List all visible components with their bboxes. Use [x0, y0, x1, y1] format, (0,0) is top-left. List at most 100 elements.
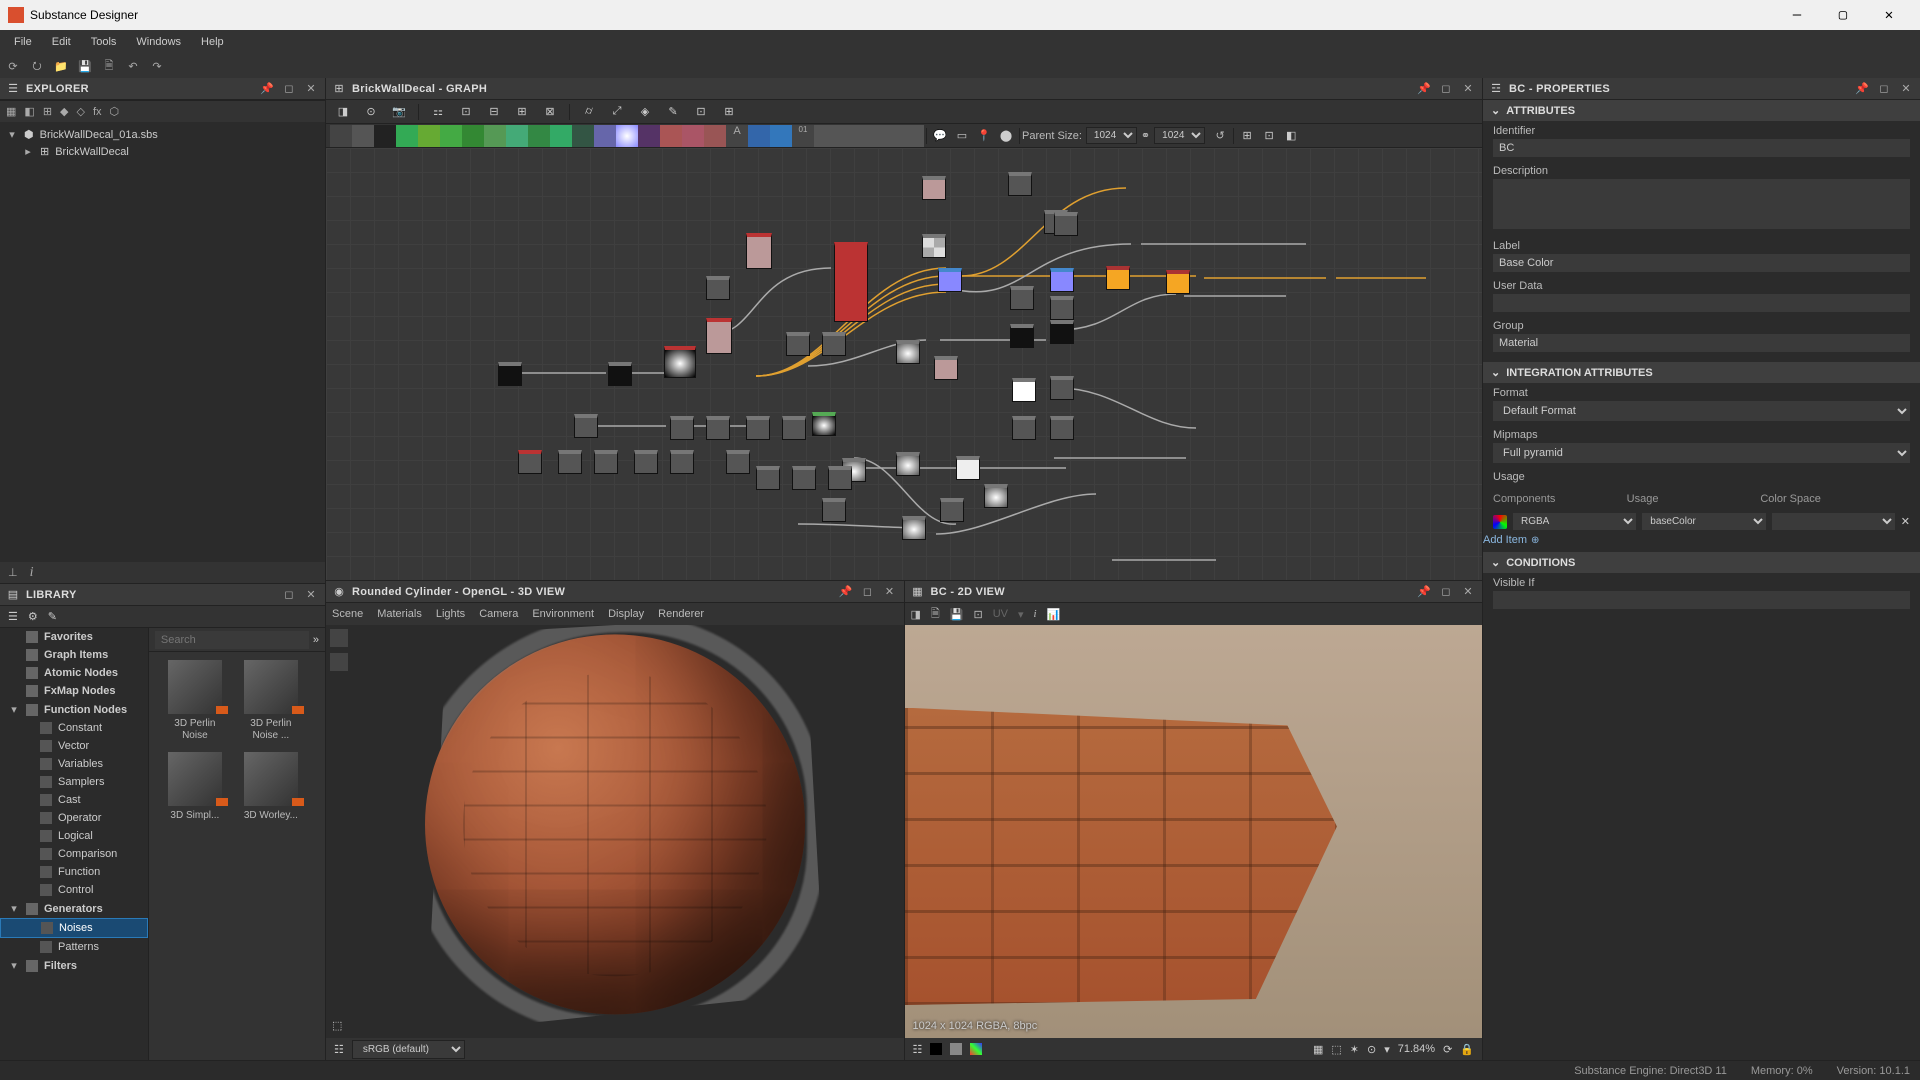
library-category[interactable]: Samplers — [0, 773, 148, 791]
chevron-down-icon[interactable]: ▾ — [6, 128, 18, 141]
menu-edit[interactable]: Edit — [42, 32, 81, 52]
popout-icon[interactable]: ◻ — [1438, 584, 1454, 600]
colorspace-select[interactable] — [1772, 513, 1895, 530]
tool-icon[interactable]: ◧ — [1280, 125, 1302, 147]
info-i-icon[interactable]: i — [1034, 608, 1037, 620]
save-icon[interactable]: 💾 — [950, 608, 964, 621]
popout-icon[interactable]: ◻ — [281, 81, 297, 97]
tool-icon[interactable]: ⊠ — [539, 101, 561, 123]
close-button[interactable]: ✕ — [1866, 0, 1912, 30]
close-panel-icon[interactable]: ✕ — [1898, 81, 1914, 97]
menu-renderer[interactable]: Renderer — [658, 608, 704, 620]
tool-icon[interactable]: ⊡ — [690, 101, 712, 123]
info-i-icon[interactable]: i — [30, 565, 34, 581]
add-item-button[interactable]: Add Item — [1483, 534, 1920, 546]
menu-file[interactable]: File — [4, 32, 42, 52]
tool-icon[interactable]: ⊡ — [455, 101, 477, 123]
comment-icon[interactable]: 💬 — [929, 125, 951, 147]
library-category[interactable]: Favorites — [0, 628, 148, 646]
library-category[interactable]: ▾Function Nodes — [0, 700, 148, 719]
remove-usage-icon[interactable]: ✕ — [1901, 515, 1910, 528]
chevron-down-icon[interactable]: ▾ — [1018, 608, 1024, 621]
maximize-button[interactable]: ▢ — [1820, 0, 1866, 30]
view2d-canvas[interactable]: 1024 x 1024 RGBA, 8bpc — [905, 625, 1483, 1038]
tool-icon[interactable]: ⬚ — [1331, 1043, 1341, 1056]
open-icon[interactable]: 📁 — [52, 57, 70, 75]
camera-icon[interactable]: 📷 — [388, 101, 410, 123]
tool-icon[interactable]: ◨ — [911, 608, 921, 621]
pin-icon[interactable]: 📌 — [1416, 81, 1432, 97]
save-icon[interactable]: 💾 — [76, 57, 94, 75]
tool-icon[interactable]: ⤢ — [606, 101, 628, 123]
tool-icon[interactable]: ⊙ — [1367, 1043, 1376, 1056]
library-item[interactable]: 3D Perlin Noise ... — [237, 660, 305, 742]
tree-row-root[interactable]: ▾ ⬢ BrickWallDecal_01a.sbs — [0, 126, 325, 143]
description-field[interactable] — [1493, 179, 1910, 229]
lock-icon[interactable]: 🔒 — [1460, 1043, 1474, 1056]
library-category[interactable]: ▾Filters — [0, 956, 148, 975]
layers-icon[interactable]: ☷ — [334, 1043, 344, 1056]
pin-icon[interactable]: 📍 — [973, 125, 995, 147]
link-icon[interactable]: ⚭ — [1141, 129, 1150, 142]
section-conditions[interactable]: ⌄CONDITIONS — [1483, 552, 1920, 573]
visibleif-field[interactable] — [1493, 591, 1910, 609]
gear-icon[interactable]: ⚙ — [28, 610, 38, 623]
tool-icon[interactable]: ◨ — [332, 101, 354, 123]
close-panel-icon[interactable]: ✕ — [303, 587, 319, 603]
light-toggle-icon[interactable] — [330, 653, 348, 671]
tool-icon[interactable]: ⊞ — [511, 101, 533, 123]
chevron-down-icon[interactable]: ▾ — [1384, 1043, 1390, 1056]
usage-select[interactable]: baseColor — [1642, 513, 1765, 530]
minimize-button[interactable]: — — [1774, 0, 1820, 30]
tool-icon[interactable]: 🗎 — [931, 605, 940, 624]
components-select[interactable]: RGBA — [1513, 513, 1636, 530]
library-category[interactable]: Control — [0, 881, 148, 899]
tool-icon[interactable]: ✎ — [662, 101, 684, 123]
bg-rgb-icon[interactable] — [970, 1043, 982, 1055]
graph-canvas[interactable] — [326, 148, 1482, 580]
menu-materials[interactable]: Materials — [377, 608, 422, 620]
library-item[interactable]: 3D Simpl... — [161, 752, 229, 822]
library-category[interactable]: Function — [0, 863, 148, 881]
close-panel-icon[interactable]: ✕ — [303, 81, 319, 97]
library-category[interactable]: Logical — [0, 827, 148, 845]
saveall-icon[interactable]: 🗎 — [100, 57, 118, 75]
gizmo-icon[interactable]: ⬚ — [332, 1019, 342, 1032]
group-field[interactable] — [1493, 334, 1910, 352]
library-item[interactable]: 3D Perlin Noise — [161, 660, 229, 742]
tool-icon[interactable]: ◇ — [77, 105, 85, 118]
tree-row-graph[interactable]: ▸ ⊞ BrickWallDecal — [0, 143, 325, 160]
close-panel-icon[interactable]: ✕ — [882, 584, 898, 600]
menu-camera[interactable]: Camera — [479, 608, 518, 620]
library-category[interactable]: Operator — [0, 809, 148, 827]
tool-icon[interactable]: ✶ — [1350, 1043, 1359, 1056]
label-field[interactable] — [1493, 254, 1910, 272]
frame-icon[interactable]: ▭ — [951, 125, 973, 147]
grid-icon[interactable]: ▦ — [1313, 1043, 1323, 1056]
menu-scene[interactable]: Scene — [332, 608, 363, 620]
section-integration[interactable]: ⌄INTEGRATION ATTRIBUTES — [1483, 362, 1920, 383]
userdata-field[interactable] — [1493, 294, 1910, 312]
menu-display[interactable]: Display — [608, 608, 644, 620]
library-category[interactable]: Comparison — [0, 845, 148, 863]
popout-icon[interactable]: ◻ — [1876, 81, 1892, 97]
reset-icon[interactable]: ↺ — [1209, 125, 1231, 147]
bg-gray-icon[interactable] — [950, 1043, 962, 1055]
library-category[interactable]: Vector — [0, 737, 148, 755]
colorspace-select[interactable]: sRGB (default) — [352, 1040, 465, 1059]
pin-icon[interactable]: 📌 — [259, 81, 275, 97]
pin-icon[interactable]: 📌 — [1416, 584, 1432, 600]
popout-icon[interactable]: ◻ — [281, 587, 297, 603]
section-attributes[interactable]: ⌄ATTRIBUTES — [1483, 100, 1920, 121]
tool-icon[interactable]: ⚏ — [427, 101, 449, 123]
chevron-right-icon[interactable]: ▸ — [22, 145, 34, 158]
library-category[interactable]: Constant — [0, 719, 148, 737]
reset-zoom-icon[interactable]: ⟳ — [1443, 1043, 1452, 1056]
library-category[interactable]: Graph Items — [0, 646, 148, 664]
menu-environment[interactable]: Environment — [532, 608, 594, 620]
menu-windows[interactable]: Windows — [126, 32, 191, 52]
search-input[interactable] — [155, 631, 309, 649]
menu-tools[interactable]: Tools — [81, 32, 127, 52]
identifier-field[interactable] — [1493, 139, 1910, 157]
tool-icon[interactable]: ▦ — [6, 105, 16, 118]
